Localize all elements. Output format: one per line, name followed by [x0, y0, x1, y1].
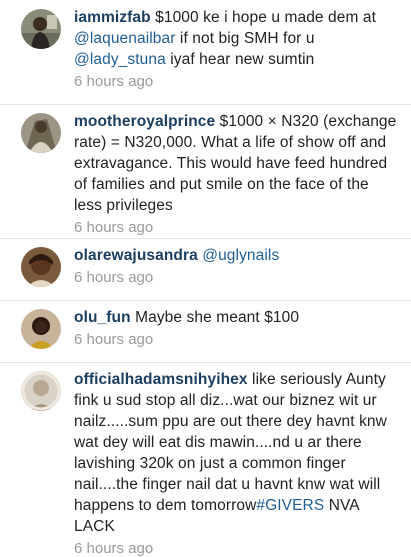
comment-item: olarewajusandra @uglynails 6 hours ago [0, 238, 411, 301]
comment-timestamp: 6 hours ago [74, 331, 154, 348]
comment-text: iammizfab $1000 ke i hope u made dem at … [74, 9, 377, 68]
comment-timestamp: 6 hours ago [74, 269, 154, 286]
comment-text: mootheroyalprince $1000 × N320 (exchange… [74, 113, 397, 214]
comment-item: olu_fun Maybe she meant $100 6 hours ago [0, 300, 411, 363]
avatar[interactable] [21, 113, 61, 153]
comment-timestamp: 6 hours ago [74, 540, 154, 557]
comment-item: iammizfab $1000 ke i hope u made dem at … [0, 0, 411, 105]
comment-username[interactable]: mootheroyalprince [74, 113, 215, 130]
comment-username[interactable]: olu_fun [74, 309, 131, 326]
comment-username[interactable]: iammizfab [74, 9, 151, 26]
avatar[interactable] [21, 309, 61, 349]
mention-link[interactable]: @laquenailbar [74, 30, 176, 47]
comment-text: olarewajusandra @uglynails [74, 245, 399, 266]
comment-username[interactable]: olarewajusandra [74, 247, 198, 264]
comment-timestamp: 6 hours ago [74, 219, 154, 236]
comment-item: mootheroyalprince $1000 × N320 (exchange… [0, 104, 411, 239]
hashtag-link[interactable]: #GIVERS [256, 497, 324, 514]
comment-text: officialhadamsnihyihex like seriously Au… [74, 371, 387, 535]
avatar[interactable] [21, 9, 61, 49]
comment-item: officialhadamsnihyihex like seriously Au… [0, 362, 411, 557]
mention-link[interactable]: @uglynails [202, 247, 279, 264]
avatar[interactable] [21, 371, 61, 411]
comment-timestamp: 6 hours ago [74, 73, 154, 90]
avatar[interactable] [21, 247, 61, 287]
comment-text: olu_fun Maybe she meant $100 [74, 309, 300, 326]
comment-username[interactable]: officialhadamsnihyihex [74, 371, 248, 388]
mention-link[interactable]: @lady_stuna [74, 51, 166, 68]
